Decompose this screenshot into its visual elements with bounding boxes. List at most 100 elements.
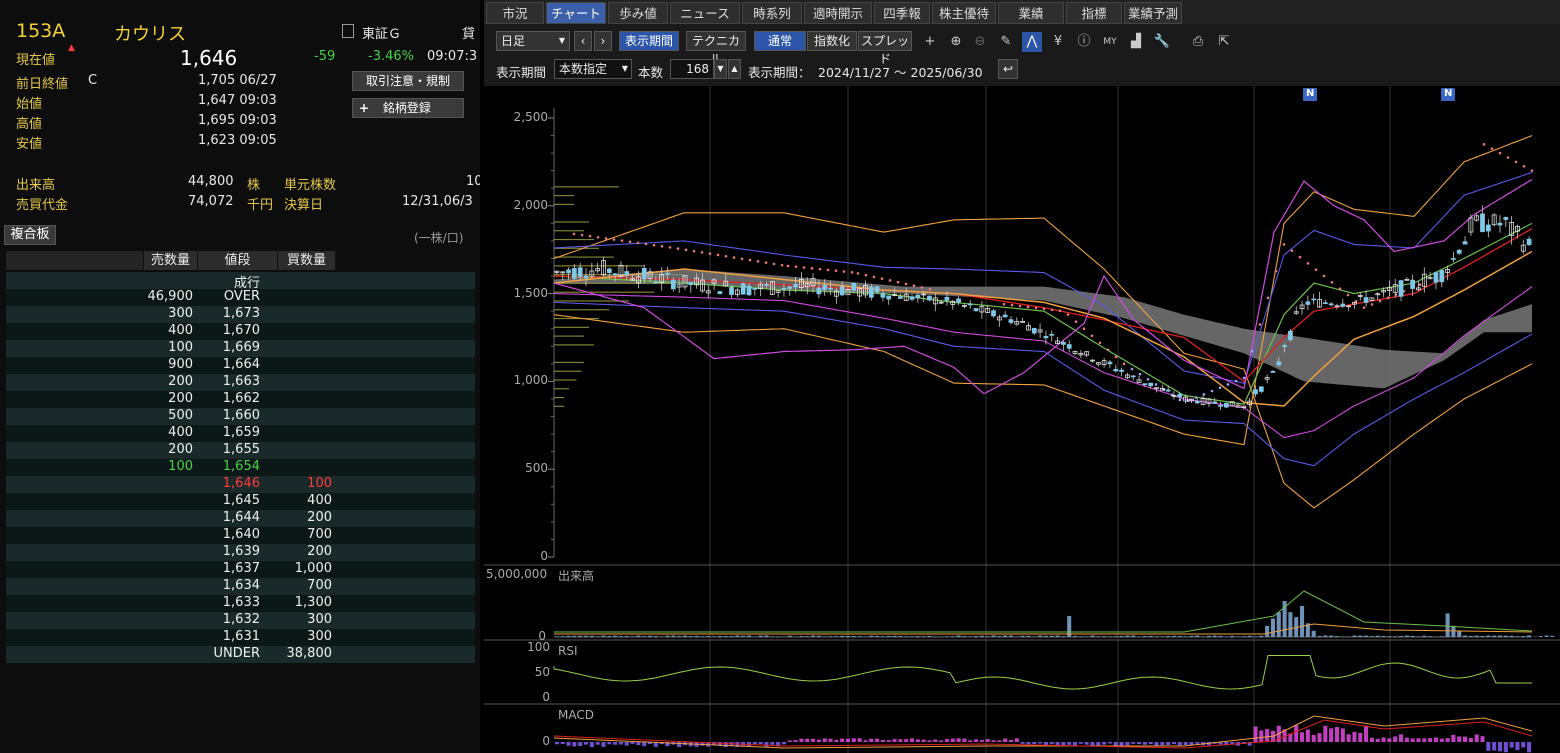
count-up-icon[interactable]: ▲ bbox=[728, 59, 741, 79]
macd-histogram-bar bbox=[1358, 732, 1363, 742]
book-row[interactable]: 100 1,654 bbox=[6, 459, 475, 476]
volume-bar bbox=[1171, 635, 1177, 637]
volume-bar bbox=[1340, 636, 1345, 637]
spread-button[interactable]: スプレッド bbox=[858, 31, 912, 66]
normal-button[interactable]: 通常 bbox=[754, 31, 806, 51]
index-button[interactable]: 指数化 bbox=[807, 31, 857, 51]
volume-bar bbox=[729, 636, 734, 637]
book-row[interactable]: 500 1,660 bbox=[6, 408, 475, 425]
price-tick-label: 500 bbox=[525, 461, 548, 476]
tab-8[interactable]: 業績 bbox=[998, 2, 1064, 24]
volume-profile-icon[interactable]: ▟ bbox=[1126, 32, 1146, 52]
document-icon[interactable] bbox=[342, 24, 354, 38]
news-icon[interactable]: N bbox=[1444, 88, 1452, 99]
sar-dot bbox=[1298, 255, 1302, 259]
wrench-icon[interactable]: 🔧 bbox=[1152, 32, 1172, 52]
book-row[interactable]: 200 1,663 bbox=[6, 374, 475, 391]
volume-bar bbox=[1276, 612, 1281, 637]
period-range-label: 表示期間： bbox=[748, 65, 811, 80]
tab-4[interactable]: 時系列 bbox=[742, 2, 802, 24]
volume-bar bbox=[892, 635, 897, 637]
tab-7[interactable]: 株主優待 bbox=[932, 2, 996, 24]
book-row[interactable]: 1,639 200 bbox=[6, 544, 475, 561]
book-row[interactable]: 300 1,673 bbox=[6, 306, 475, 323]
prev-button[interactable]: ‹ bbox=[574, 31, 592, 51]
count-input[interactable]: 168 bbox=[670, 59, 714, 79]
book-row[interactable]: 1,634 700 bbox=[6, 578, 475, 595]
news-icon[interactable]: N bbox=[1306, 88, 1314, 99]
sar-dot bbox=[1098, 341, 1102, 345]
book-buy-qty: 400 bbox=[307, 493, 332, 508]
my-icon[interactable]: MY bbox=[1100, 32, 1120, 52]
book-row[interactable]: UNDER 38,800 bbox=[6, 646, 475, 663]
stock-chart[interactable]: 2,500 2,000 1,500 1,000 500 0 N N 5,000,000 0 出来高 1… bbox=[484, 86, 1560, 753]
book-price: 1,632 bbox=[222, 612, 260, 627]
register-stock-button[interactable]: + 銘柄登録 bbox=[352, 98, 464, 118]
period-select[interactable]: 日足 ▼ bbox=[496, 31, 570, 51]
tab-9[interactable]: 指標 bbox=[1066, 2, 1122, 24]
technical-button[interactable]: テクニカル bbox=[686, 31, 746, 66]
candle-body bbox=[1451, 258, 1456, 260]
book-row[interactable]: 400 1,670 bbox=[6, 323, 475, 340]
sar-dot bbox=[1306, 262, 1310, 265]
tab-5[interactable]: 適時開示 bbox=[804, 2, 872, 24]
book-row[interactable]: 1,637 1,000 bbox=[6, 561, 475, 578]
count-down-icon[interactable]: ▼ bbox=[714, 59, 727, 79]
tab-2[interactable]: 歩み値 bbox=[608, 2, 668, 24]
crosshair-icon[interactable]: + bbox=[920, 32, 940, 52]
board-tab[interactable]: 複合板 bbox=[4, 225, 56, 245]
volume-bar bbox=[1410, 635, 1415, 637]
sar-dot bbox=[740, 257, 744, 261]
macd-histogram-bar bbox=[1171, 742, 1177, 745]
volume-bar bbox=[1119, 635, 1124, 637]
tab-6[interactable]: 四季報 bbox=[874, 2, 930, 24]
book-row[interactable]: 400 1,659 bbox=[6, 425, 475, 442]
volume-bar bbox=[1428, 636, 1433, 637]
info-icon[interactable]: ⓘ bbox=[1074, 32, 1094, 52]
book-row[interactable]: 1,644 200 bbox=[6, 510, 475, 527]
book-row[interactable]: 1,632 300 bbox=[6, 612, 475, 629]
volume-bar bbox=[1107, 636, 1112, 637]
tab-10[interactable]: 業績予測 bbox=[1124, 2, 1182, 24]
sar-dot bbox=[1338, 287, 1342, 290]
count-mode-select[interactable]: 本数指定 ▼ bbox=[554, 59, 632, 79]
book-row[interactable]: 200 1,655 bbox=[6, 442, 475, 459]
book-row[interactable]: 1,645 400 bbox=[6, 493, 475, 510]
book-row[interactable]: 成行 bbox=[6, 272, 475, 291]
print-icon[interactable]: ⎙ bbox=[1188, 32, 1208, 52]
yen-icon[interactable]: ¥ bbox=[1048, 32, 1068, 52]
book-row[interactable]: 1,631 300 bbox=[6, 629, 475, 646]
book-row[interactable]: 1,633 1,300 bbox=[6, 595, 475, 612]
display-period-button[interactable]: 表示期間 bbox=[619, 31, 679, 51]
pencil-icon[interactable]: ✎ bbox=[996, 32, 1016, 52]
sar-dot bbox=[1050, 308, 1054, 312]
book-row[interactable]: 900 1,664 bbox=[6, 357, 475, 374]
book-price: 1,669 bbox=[222, 340, 260, 355]
macd-histogram-bar bbox=[1166, 742, 1171, 746]
volume-bar bbox=[1253, 636, 1258, 637]
volume-bar bbox=[671, 635, 676, 637]
volume-bar bbox=[1142, 636, 1147, 637]
trend-icon[interactable]: ⋀ bbox=[1022, 32, 1042, 52]
book-row[interactable]: 1,646 100 bbox=[6, 476, 475, 493]
zoom-in-icon[interactable]: ⊕ bbox=[946, 32, 966, 52]
book-row[interactable]: 200 1,662 bbox=[6, 391, 475, 408]
tab-0[interactable]: 市況 bbox=[486, 2, 544, 24]
tab-3[interactable]: ニュース bbox=[670, 2, 740, 24]
rsi-pane-label: RSI bbox=[558, 644, 578, 658]
candle-body bbox=[944, 296, 950, 301]
candle-body bbox=[1002, 314, 1008, 318]
book-row[interactable]: 46,900 OVER bbox=[6, 289, 475, 306]
trade-caution-button[interactable]: 取引注意・規制 bbox=[352, 71, 464, 91]
undo-icon[interactable]: ↩ bbox=[998, 59, 1018, 79]
candle-body bbox=[1043, 336, 1049, 339]
next-button[interactable]: › bbox=[594, 31, 612, 51]
sar-dot bbox=[732, 256, 736, 259]
book-row[interactable]: 100 1,669 bbox=[6, 340, 475, 357]
export-icon[interactable]: ⇱ bbox=[1214, 32, 1234, 52]
tab-1[interactable]: チャート bbox=[546, 2, 606, 24]
macd-histogram-bar bbox=[1317, 733, 1322, 742]
macd-histogram-bar bbox=[1352, 731, 1357, 742]
zoom-out-icon[interactable]: ⊖ bbox=[970, 32, 990, 52]
book-row[interactable]: 1,640 700 bbox=[6, 527, 475, 544]
